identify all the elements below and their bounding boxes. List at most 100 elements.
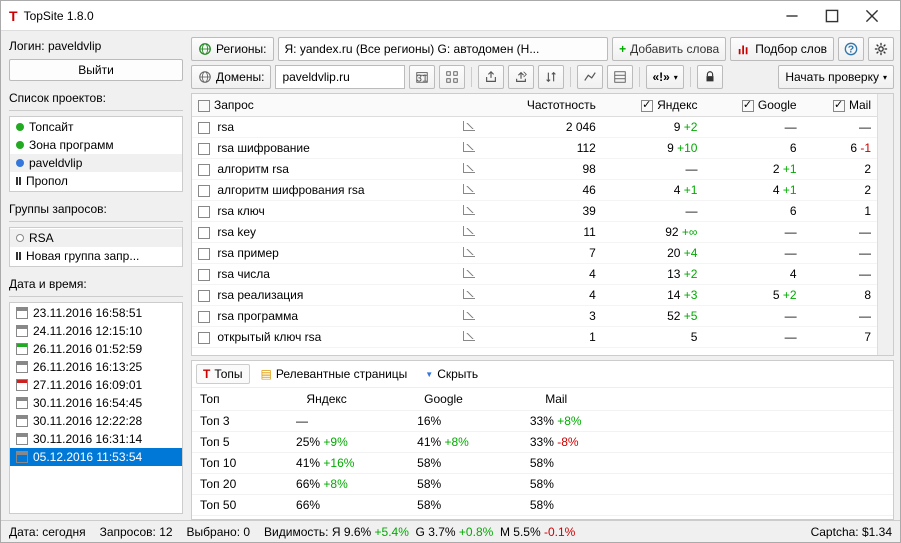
tab-relevant[interactable]: ▤Релевантные страницы: [254, 364, 415, 384]
sidebar-item-date[interactable]: 27.11.2016 16:09:01: [10, 376, 182, 394]
col-yandex[interactable]: Яндекс: [602, 94, 704, 117]
row-checkbox[interactable]: [198, 269, 210, 281]
col-google[interactable]: Google: [703, 94, 802, 117]
checkbox-all[interactable]: [198, 100, 210, 112]
table-row[interactable]: rsa числа413 +24—: [192, 264, 877, 285]
tops-row: Топ 3—16%33% +8%: [192, 411, 893, 432]
sidebar-item-date[interactable]: 26.11.2016 01:52:59: [10, 340, 182, 358]
col-freq[interactable]: Частотность: [481, 94, 601, 117]
col-query[interactable]: Запрос: [192, 94, 457, 117]
minimize-button[interactable]: [772, 2, 812, 30]
row-checkbox[interactable]: [198, 311, 210, 323]
project-name: Пропол: [26, 174, 68, 188]
sidebar-item-project[interactable]: Пропол: [10, 172, 182, 190]
chart-icon[interactable]: [463, 289, 475, 299]
project-name: Зона программ: [29, 138, 114, 152]
chart-icon[interactable]: [463, 142, 475, 152]
chart-icon[interactable]: [463, 331, 475, 341]
table-row[interactable]: rsa шифрование1129 +1066 -1: [192, 138, 877, 159]
pick-words-button[interactable]: Подбор слов: [730, 37, 834, 61]
sidebar-item-date[interactable]: 30.11.2016 16:31:14: [10, 430, 182, 448]
sidebar-item-project[interactable]: Топсайт: [10, 118, 182, 136]
table-row[interactable]: rsa программа352 +5——: [192, 306, 877, 327]
logout-button[interactable]: Выйти: [9, 59, 183, 81]
chart-icon[interactable]: [463, 247, 475, 257]
table-row[interactable]: rsa пример720 +4——: [192, 243, 877, 264]
table-row[interactable]: алгоритм шифрования rsa464 +14 +12: [192, 180, 877, 201]
content-area: Регионы: Я: yandex.ru (Все регионы) G: а…: [191, 31, 900, 520]
chart-icon[interactable]: [463, 205, 475, 215]
sidebar-item-date[interactable]: 23.11.2016 16:58:51: [10, 304, 182, 322]
help-button[interactable]: ?: [838, 37, 864, 61]
scrollbar[interactable]: [877, 94, 893, 355]
regions-desc[interactable]: Я: yandex.ru (Все регионы) G: автодомен …: [278, 37, 609, 61]
table-row[interactable]: rsa key1192 +∞——: [192, 222, 877, 243]
status-queries: Запросов: 12: [100, 525, 173, 539]
table-row[interactable]: алгоритм rsa98—2 +12: [192, 159, 877, 180]
row-checkbox[interactable]: [198, 164, 210, 176]
table-row[interactable]: rsa реализация414 +35 +28: [192, 285, 877, 306]
code-button[interactable]: «!»▾: [646, 65, 683, 89]
sidebar-item-date[interactable]: 30.11.2016 16:54:45: [10, 394, 182, 412]
domains-button[interactable]: Домены:: [191, 65, 271, 89]
close-button[interactable]: [852, 2, 892, 30]
sidebar-item-project[interactable]: paveldvlip: [10, 154, 182, 172]
row-checkbox[interactable]: [198, 248, 210, 260]
tops-row: Топ 10083% +8%58%58%: [192, 516, 893, 520]
calendar-button[interactable]: 31: [409, 65, 435, 89]
chart-icon[interactable]: [463, 184, 475, 194]
chart-icon: [583, 70, 597, 84]
chart-button[interactable]: [577, 65, 603, 89]
grid-button[interactable]: [439, 65, 465, 89]
checkbox-mail[interactable]: [833, 100, 845, 112]
row-checkbox[interactable]: [198, 227, 210, 239]
export-button[interactable]: [478, 65, 504, 89]
tops-col-yandex: Яндекс: [266, 388, 387, 411]
share-button[interactable]: [508, 65, 534, 89]
sidebar-item-group[interactable]: RSA: [10, 229, 182, 247]
table-row[interactable]: rsa ключ39—61: [192, 201, 877, 222]
row-checkbox[interactable]: [198, 332, 210, 344]
window-title: TopSite 1.8.0: [24, 9, 772, 23]
help-icon: ?: [844, 42, 858, 56]
sidebar-item-group[interactable]: Новая группа запр...: [10, 247, 182, 265]
add-words-button[interactable]: + Добавить слова: [612, 37, 726, 61]
status-dot: [16, 177, 18, 185]
sidebar-item-date[interactable]: 26.11.2016 16:13:25: [10, 358, 182, 376]
lock-button[interactable]: [697, 65, 723, 89]
maximize-button[interactable]: [812, 2, 852, 30]
regions-button[interactable]: Регионы:: [191, 37, 274, 61]
domain-input[interactable]: [275, 65, 405, 89]
sort-button[interactable]: [538, 65, 564, 89]
chart-icon[interactable]: [463, 268, 475, 278]
checkbox-yandex[interactable]: [641, 100, 653, 112]
queries-table: Запрос Частотность Яндекс Google Mail rs…: [192, 94, 877, 348]
tops-row: Топ 525% +9%41% +8%33% -8%: [192, 432, 893, 453]
tab-tops[interactable]: TТопы: [196, 364, 250, 384]
sidebar-item-date[interactable]: 24.11.2016 12:15:10: [10, 322, 182, 340]
regions-label: Регионы:: [216, 42, 267, 56]
sidebar-item-project[interactable]: Зона программ: [10, 136, 182, 154]
row-checkbox[interactable]: [198, 185, 210, 197]
chart-icon[interactable]: [463, 163, 475, 173]
chart-icon[interactable]: [463, 310, 475, 320]
row-checkbox[interactable]: [198, 143, 210, 155]
row-checkbox[interactable]: [198, 122, 210, 134]
checkbox-google[interactable]: [742, 100, 754, 112]
table-button[interactable]: [607, 65, 633, 89]
chart-icon[interactable]: [463, 121, 475, 131]
group-name: Новая группа запр...: [26, 249, 139, 263]
date-value: 23.11.2016 16:58:51: [33, 306, 142, 320]
plus-icon: +: [619, 42, 626, 56]
table-row[interactable]: rsa2 0469 +2——: [192, 117, 877, 138]
sidebar-item-date[interactable]: 05.12.2016 11:53:54: [10, 448, 182, 466]
col-mail[interactable]: Mail: [803, 94, 877, 117]
tab-hide[interactable]: ▼Скрыть: [418, 364, 485, 384]
chart-icon[interactable]: [463, 226, 475, 236]
row-checkbox[interactable]: [198, 290, 210, 302]
sidebar-item-date[interactable]: 30.11.2016 12:22:28: [10, 412, 182, 430]
row-checkbox[interactable]: [198, 206, 210, 218]
settings-button[interactable]: [868, 37, 894, 61]
start-check-button[interactable]: Начать проверку ▾: [778, 65, 894, 89]
table-row[interactable]: открытый ключ rsa15—7: [192, 327, 877, 348]
